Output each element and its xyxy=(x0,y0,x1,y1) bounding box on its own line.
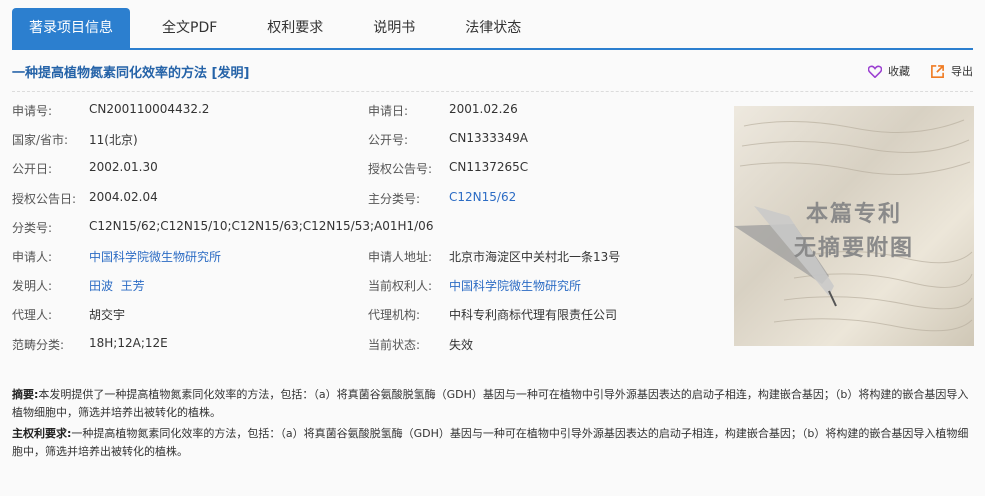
country-label: 国家/省市: xyxy=(12,133,69,148)
app-no-label: 申请号: xyxy=(12,104,53,118)
no-figure-caption: 本篇专利 无摘要附图 xyxy=(734,198,974,266)
inventor-values: 田波 王芳 xyxy=(89,277,145,294)
info-row: 分类号: C12N15/62;C12N15/10;C12N15/63;C12N1… xyxy=(12,219,732,248)
inventor-link[interactable]: 王芳 xyxy=(121,279,145,293)
tab-bibliographic[interactable]: 著录项目信息 xyxy=(12,8,130,48)
bibliographic-info: 申请号: CN200110004432.2 申请日: 2001.02.26 国家… xyxy=(12,102,732,365)
status-label: 当前状态: xyxy=(368,337,421,352)
inventor-label: 发明人: xyxy=(12,279,53,294)
info-row: 国家/省市: 11(北京) 公开号: CN1333349A xyxy=(12,131,732,160)
tab-bar: 著录项目信息 全文PDF 权利要求 说明书 法律状态 xyxy=(12,8,973,50)
applicant-label: 申请人: xyxy=(12,249,53,264)
main-class-label: 主分类号: xyxy=(368,191,421,206)
agency-label: 代理机构: xyxy=(368,308,421,323)
grant-no-value: CN1137265C xyxy=(449,160,529,175)
current-owner-label: 当前权利人: xyxy=(368,279,433,294)
info-row: 发明人: 田波 王芳 当前权利人: 中国科学院微生物研究所 xyxy=(12,277,732,306)
divider xyxy=(12,91,973,92)
applicant-addr-value: 北京市海淀区中关村北一条13号 xyxy=(449,249,621,264)
no-figure-line1: 本篇专利 xyxy=(805,202,902,227)
agency-value: 中科专利商标代理有限责任公司 xyxy=(449,308,618,323)
export-button[interactable]: 导出 xyxy=(930,63,973,79)
info-row: 公开日: 2002.01.30 授权公告号: CN1137265C xyxy=(12,160,732,189)
patent-detail-panel: 著录项目信息 全文PDF 权利要求 说明书 法律状态 一种提高植物氮素同化效率的… xyxy=(0,0,985,496)
grant-date-value: 2004.02.04 xyxy=(89,189,158,204)
app-date-label: 申请日: xyxy=(368,104,409,118)
pub-date-value: 2002.01.30 xyxy=(89,160,158,175)
pub-no-label: 公开号: xyxy=(368,133,409,148)
pub-date-label: 公开日: xyxy=(12,162,53,177)
current-owner-link[interactable]: 中国科学院微生物研究所 xyxy=(449,277,581,294)
class-value: C12N15/62;C12N15/10;C12N15/63;C12N15/53;… xyxy=(89,218,434,233)
inventor-link[interactable]: 田波 xyxy=(89,279,113,293)
abstract-section: 摘要:本发明提供了一种提高植物氮素同化效率的方法，包括：（a）将真菌谷氨酸脱氢酶… xyxy=(12,386,969,464)
abstract: 摘要:本发明提供了一种提高植物氮素同化效率的方法，包括：（a）将真菌谷氨酸脱氢酶… xyxy=(12,386,969,421)
patent-title: 一种提高植物氮素同化效率的方法 [发明] xyxy=(12,65,250,81)
applicant-addr-label: 申请人地址: xyxy=(368,249,433,264)
info-row: 范畴分类: 18H;12A;12E 当前状态: 失效 xyxy=(12,336,732,365)
grant-no-label: 授权公告号: xyxy=(368,162,433,177)
status-value: 失效 xyxy=(449,337,474,352)
favorite-button[interactable]: 收藏 xyxy=(868,63,910,79)
export-label: 导出 xyxy=(951,65,973,78)
main-claim-label: 主权利要求: xyxy=(12,427,72,440)
class-label: 分类号: xyxy=(12,220,53,235)
abstract-label: 摘要: xyxy=(12,388,39,401)
tab-fulltext-pdf[interactable]: 全文PDF xyxy=(144,8,235,48)
agent-label: 代理人: xyxy=(12,308,53,323)
grant-date-label: 授权公告日: xyxy=(12,191,77,206)
info-row: 申请号: CN200110004432.2 申请日: 2001.02.26 xyxy=(12,102,732,131)
tab-legal-status[interactable]: 法律状态 xyxy=(447,8,539,48)
pub-no-value: CN1333349A xyxy=(449,131,529,146)
heart-icon xyxy=(868,65,882,78)
export-icon xyxy=(931,64,944,78)
abstract-text: 本发明提供了一种提高植物氮素同化效率的方法，包括：（a）将真菌谷氨酸脱氢酶（GD… xyxy=(12,388,969,419)
main-claim: 主权利要求:一种提高植物氮素同化效率的方法，包括：（a）将真菌谷氨酸脱氢酶（GD… xyxy=(12,425,969,460)
tab-claims[interactable]: 权利要求 xyxy=(249,8,341,48)
app-date-value: 2001.02.26 xyxy=(449,102,518,116)
country-value: 11(北京) xyxy=(89,133,138,148)
no-figure-line2: 无摘要附图 xyxy=(793,236,914,261)
scope-value: 18H;12A;12E xyxy=(89,335,168,350)
app-no-value: CN200110004432.2 xyxy=(89,102,210,116)
scope-label: 范畴分类: xyxy=(12,337,65,352)
title-bar: 一种提高植物氮素同化效率的方法 [发明] 收藏 导出 xyxy=(12,58,973,84)
no-figure-placeholder: 本篇专利 无摘要附图 xyxy=(734,106,974,346)
applicant-link[interactable]: 中国科学院微生物研究所 xyxy=(89,248,221,265)
main-class-link[interactable]: C12N15/62 xyxy=(449,190,516,204)
info-row: 授权公告日: 2004.02.04 主分类号: C12N15/62 xyxy=(12,190,732,219)
favorite-label: 收藏 xyxy=(888,65,910,78)
tab-description[interactable]: 说明书 xyxy=(355,8,433,48)
main-claim-text: 一种提高植物氮素同化效率的方法，包括：（a）将真菌谷氨酸脱氢酶（GDH）基因与一… xyxy=(12,427,969,458)
info-row: 代理人: 胡交宇 代理机构: 中科专利商标代理有限责任公司 xyxy=(12,306,732,335)
actions: 收藏 导出 xyxy=(848,63,973,79)
agent-value: 胡交宇 xyxy=(89,308,126,323)
info-row: 申请人: 中国科学院微生物研究所 申请人地址: 北京市海淀区中关村北一条13号 xyxy=(12,248,732,277)
